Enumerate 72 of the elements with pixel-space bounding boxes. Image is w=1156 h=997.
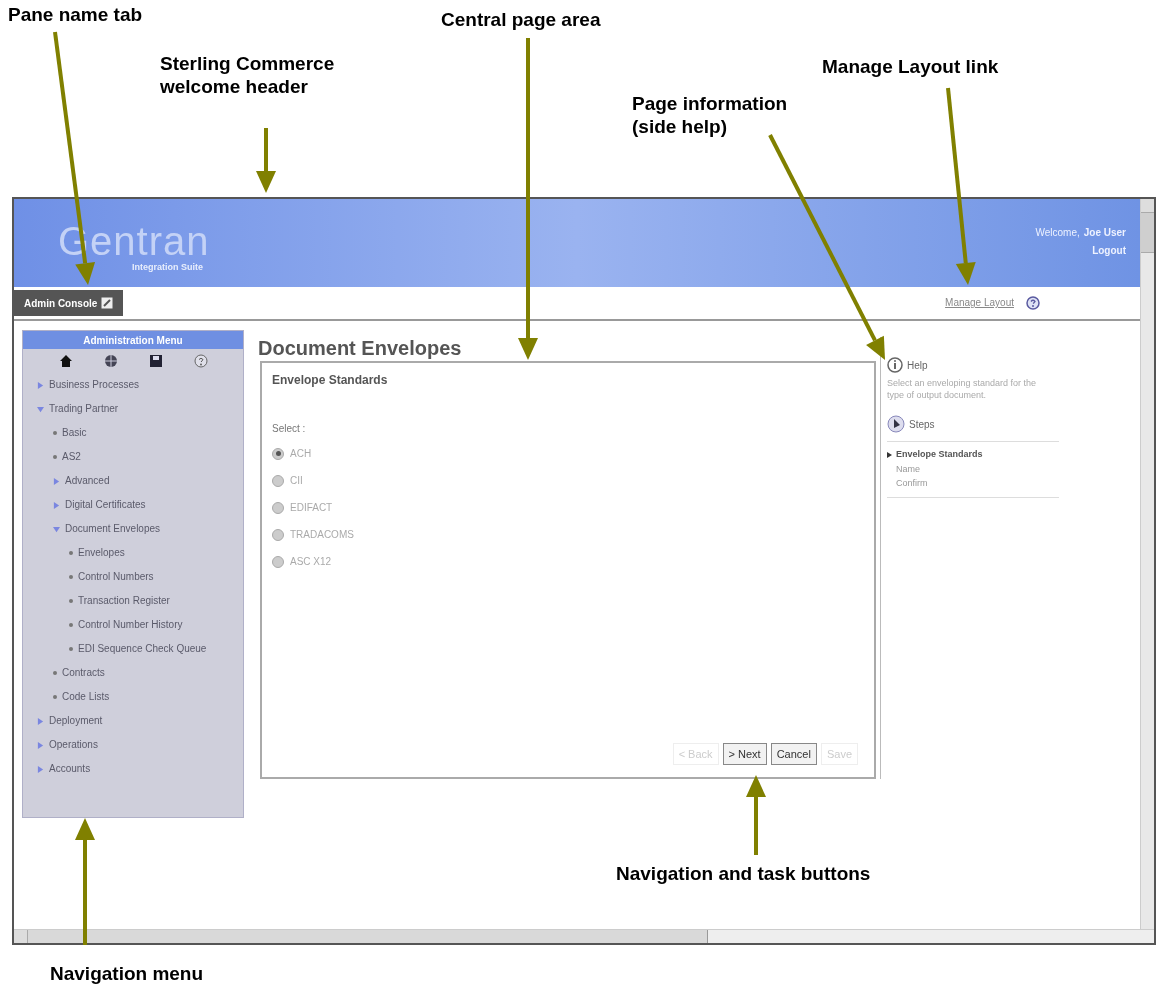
menu-item[interactable]: EDI Sequence Check Queue (23, 637, 243, 661)
menu-item[interactable]: Advanced (23, 469, 243, 493)
horizontal-scrollbar[interactable] (14, 929, 1154, 943)
menu-item[interactable]: Document Envelopes (23, 517, 243, 541)
bullet-icon (53, 431, 57, 435)
pointer-arrow (256, 128, 276, 193)
callout-label: Pane name tab (8, 3, 143, 26)
radio-button[interactable] (272, 474, 284, 487)
help-icon[interactable] (1026, 295, 1040, 310)
current-step-marker (887, 451, 892, 458)
manage-layout-link[interactable]: Manage Layout (945, 295, 1014, 310)
radio-option[interactable]: EDIFACT (272, 500, 864, 515)
vertical-scrollbar[interactable] (1140, 199, 1154, 929)
nav-button[interactable]: > Next (722, 743, 767, 765)
select-label: Select : (272, 422, 307, 436)
bullet-icon (53, 455, 57, 459)
menu-item[interactable]: Code Lists (23, 685, 243, 709)
bullet-icon (53, 671, 57, 675)
menu-item[interactable]: Business Processes (23, 373, 243, 397)
menu-item[interactable]: Contracts (23, 661, 243, 685)
callout-label: Sterling Commerce welcome header (160, 52, 336, 98)
radio-option[interactable]: CII (272, 473, 864, 488)
bullet-icon (69, 623, 73, 627)
nav-button[interactable]: Cancel (770, 743, 817, 765)
menu-item[interactable]: Transaction Register (23, 589, 243, 613)
step-item: Confirm (896, 477, 928, 490)
pointer-icon (887, 415, 905, 433)
radio-option[interactable]: TRADACOMS (272, 527, 864, 542)
menu-item[interactable]: Accounts (23, 757, 243, 781)
welcome-text: Welcome, (1035, 226, 1080, 240)
page-title: Document Envelopes (258, 337, 463, 359)
bullet-icon (69, 575, 73, 579)
help-title: Help (907, 358, 928, 373)
callout-label: Navigation menu (50, 962, 204, 985)
menu-item[interactable]: Basic (23, 421, 243, 445)
panel-title: Envelope Standards (272, 372, 389, 389)
menu-item[interactable]: AS2 (23, 445, 243, 469)
callout-label: Central page area (441, 8, 601, 31)
steps-title: Steps (909, 417, 935, 432)
menu-item[interactable]: Operations (23, 733, 243, 757)
callout-label: Navigation and task buttons (616, 862, 871, 885)
globe-icon[interactable] (103, 354, 118, 368)
logo-subtitle: Integration Suite (132, 261, 204, 274)
step-item: Envelope Standards (896, 448, 983, 461)
bullet-icon (69, 647, 73, 651)
info-icon (887, 357, 903, 373)
menu-item[interactable]: Trading Partner (23, 397, 243, 421)
menu-item[interactable]: Control Numbers (23, 565, 243, 589)
menu-item[interactable]: Envelopes (23, 541, 243, 565)
menu-item[interactable]: Control Number History (23, 613, 243, 637)
radio-button[interactable] (272, 528, 284, 541)
radio-button[interactable] (272, 501, 284, 514)
home-icon[interactable] (58, 354, 73, 368)
menu-item[interactable]: Digital Certificates (23, 493, 243, 517)
radio-option[interactable]: ASC X12 (272, 554, 864, 569)
menu-title: Administration Menu (23, 331, 243, 349)
menu-item[interactable]: Deployment (23, 709, 243, 733)
step-item: Name (896, 462, 920, 476)
bullet-icon (69, 551, 73, 555)
callout-label: Page information (side help) (632, 92, 789, 138)
edit-icon (101, 297, 114, 309)
help-text: Select an enveloping standard for the type of output document. (887, 377, 1037, 401)
help-icon[interactable] (193, 354, 208, 368)
pane-tab[interactable]: Admin Console (14, 290, 124, 316)
bullet-icon (69, 599, 73, 603)
logout-link[interactable]: Logout (1092, 243, 1126, 258)
bullet-icon (53, 695, 57, 699)
callout-label: Manage Layout link (822, 55, 999, 78)
user-name: Joe User (1083, 226, 1126, 240)
radio-option[interactable]: ACH (272, 446, 864, 461)
radio-button[interactable] (272, 447, 284, 460)
radio-button[interactable] (272, 555, 284, 568)
